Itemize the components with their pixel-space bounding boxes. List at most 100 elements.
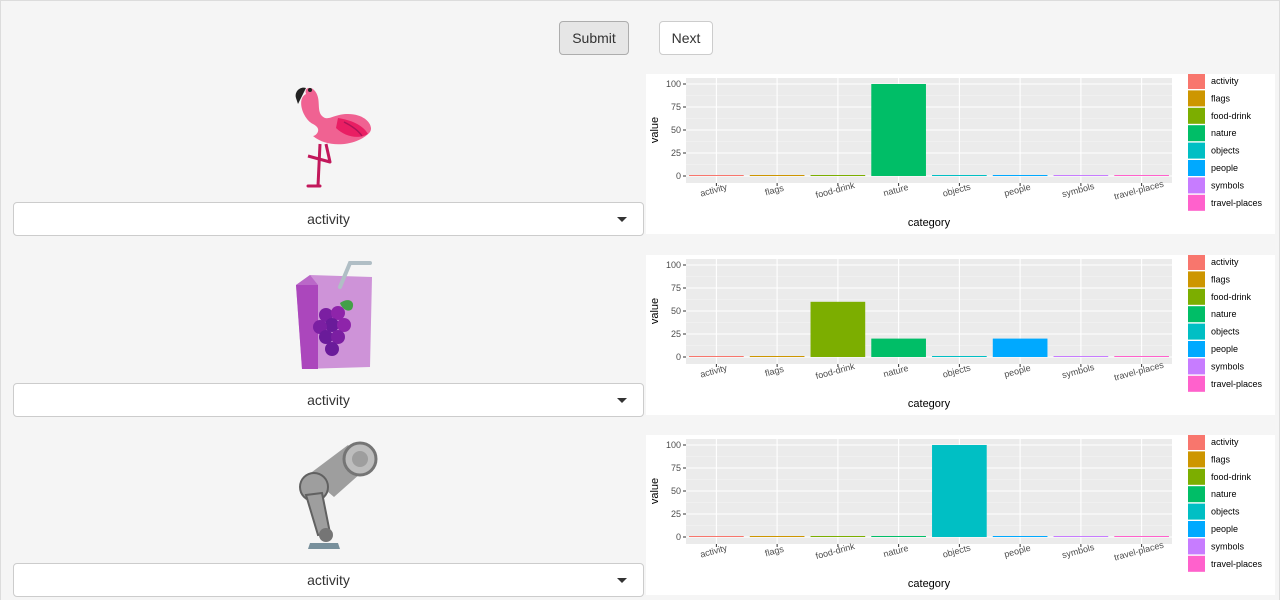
legend-label: people bbox=[1211, 344, 1238, 354]
legend-label: objects bbox=[1211, 146, 1240, 156]
bar-flags bbox=[749, 356, 805, 357]
legend-key-food-drink bbox=[1188, 288, 1205, 305]
bar-objects bbox=[932, 175, 987, 176]
bar-activity bbox=[689, 356, 744, 357]
y-tick-label: 100 bbox=[666, 260, 681, 270]
bar-symbols bbox=[1053, 536, 1109, 537]
y-tick-label: 75 bbox=[671, 463, 681, 473]
x-tick-label: objects bbox=[942, 362, 973, 379]
legend-key-travel-places bbox=[1188, 375, 1205, 392]
legend-key-people bbox=[1188, 341, 1205, 357]
legend-key-travel-places bbox=[1188, 194, 1205, 211]
bar-travel-places bbox=[1114, 536, 1169, 537]
y-tick-label: 0 bbox=[676, 532, 681, 542]
legend-key-objects bbox=[1188, 142, 1205, 159]
bar-nature bbox=[871, 536, 926, 537]
legend-key-activity bbox=[1188, 435, 1205, 450]
bar-flags bbox=[749, 536, 805, 537]
legend-label: activity bbox=[1211, 257, 1239, 267]
y-tick-label: 100 bbox=[666, 440, 681, 450]
legend-key-food-drink bbox=[1188, 468, 1205, 485]
legend-label: nature bbox=[1211, 489, 1237, 499]
bar-food-drink bbox=[810, 301, 866, 357]
legend-key-activity bbox=[1188, 255, 1205, 270]
y-tick-label: 50 bbox=[671, 486, 681, 496]
legend-label: activity bbox=[1211, 437, 1239, 447]
submit-button[interactable]: Submit bbox=[559, 21, 629, 55]
x-axis-title: category bbox=[908, 217, 951, 229]
chevron-down-icon bbox=[617, 578, 627, 583]
legend-key-food-drink bbox=[1188, 107, 1205, 124]
y-tick-label: 100 bbox=[666, 79, 681, 89]
legend-label: travel-places bbox=[1211, 559, 1263, 569]
legend-label: food-drink bbox=[1211, 111, 1252, 121]
chevron-down-icon bbox=[617, 398, 627, 403]
x-tick-label: nature bbox=[882, 182, 909, 198]
category-select-2[interactable]: activity bbox=[13, 383, 644, 417]
legend-label: activity bbox=[1211, 76, 1239, 86]
y-tick-label: 75 bbox=[671, 283, 681, 293]
x-tick-label: nature bbox=[882, 543, 909, 559]
legend-label: travel-places bbox=[1211, 379, 1263, 389]
x-tick-label: activity bbox=[699, 543, 729, 560]
legend-key-flags bbox=[1188, 451, 1205, 468]
bar-chart-2: 0 25 50 75 100 activity flags food-drink nature o… bbox=[646, 255, 1275, 415]
bar-food-drink bbox=[810, 536, 866, 537]
x-tick-label: nature bbox=[882, 363, 909, 379]
x-tick-label: activity bbox=[699, 363, 729, 380]
legend-key-flags bbox=[1188, 90, 1205, 107]
bar-people bbox=[992, 338, 1048, 357]
x-tick-label: objects bbox=[942, 542, 973, 559]
category-select-3[interactable]: activity bbox=[13, 563, 644, 597]
select-value: activity bbox=[307, 392, 350, 408]
legend-label: nature bbox=[1211, 309, 1237, 319]
x-tick-label: flags bbox=[764, 183, 785, 198]
legend-key-nature bbox=[1188, 125, 1205, 142]
x-tick-label: symbols bbox=[1061, 362, 1096, 380]
next-button[interactable]: Next bbox=[659, 21, 713, 55]
x-axis-title: category bbox=[908, 578, 951, 590]
legend-label: flags bbox=[1211, 274, 1231, 284]
mechanical-leg-icon bbox=[278, 435, 388, 555]
legend-key-objects bbox=[1188, 503, 1205, 520]
bar-travel-places bbox=[1114, 175, 1169, 176]
legend-key-nature bbox=[1188, 486, 1205, 503]
bar-objects bbox=[932, 445, 987, 537]
bar-flags bbox=[749, 175, 805, 176]
bar-objects bbox=[932, 356, 987, 357]
category-select-1[interactable]: activity bbox=[13, 202, 644, 236]
legend-key-nature bbox=[1188, 306, 1205, 323]
y-axis-title: value bbox=[649, 298, 661, 324]
y-tick-label: 50 bbox=[671, 306, 681, 316]
legend-key-symbols bbox=[1188, 538, 1205, 555]
bar-symbols bbox=[1053, 356, 1109, 357]
legend-label: flags bbox=[1211, 454, 1231, 464]
select-value: activity bbox=[307, 211, 350, 227]
bar-travel-places bbox=[1114, 356, 1169, 357]
legend-key-people bbox=[1188, 160, 1205, 176]
y-tick-label: 0 bbox=[676, 171, 681, 181]
y-axis-title: value bbox=[649, 117, 661, 143]
legend-label: people bbox=[1211, 163, 1238, 173]
legend-label: flags bbox=[1211, 93, 1231, 103]
legend-label: nature bbox=[1211, 128, 1237, 138]
y-tick-label: 25 bbox=[671, 148, 681, 158]
legend-label: travel-places bbox=[1211, 198, 1263, 208]
legend-key-people bbox=[1188, 521, 1205, 537]
bar-food-drink bbox=[810, 175, 866, 176]
legend-key-objects bbox=[1188, 323, 1205, 340]
y-axis-title: value bbox=[649, 478, 661, 504]
legend-key-activity bbox=[1188, 74, 1205, 89]
y-tick-label: 75 bbox=[671, 102, 681, 112]
bar-chart-3: 0 25 50 75 100 activity flags food-drink nature o… bbox=[646, 435, 1275, 595]
bar-nature bbox=[871, 84, 926, 176]
x-tick-label: people bbox=[1003, 543, 1032, 560]
legend-label: food-drink bbox=[1211, 472, 1252, 482]
bar-symbols bbox=[1053, 175, 1109, 176]
legend-key-symbols bbox=[1188, 358, 1205, 375]
x-tick-label: symbols bbox=[1061, 542, 1096, 560]
y-tick-label: 0 bbox=[676, 352, 681, 362]
select-value: activity bbox=[307, 572, 350, 588]
y-tick-label: 50 bbox=[671, 125, 681, 135]
legend-key-flags bbox=[1188, 271, 1205, 288]
